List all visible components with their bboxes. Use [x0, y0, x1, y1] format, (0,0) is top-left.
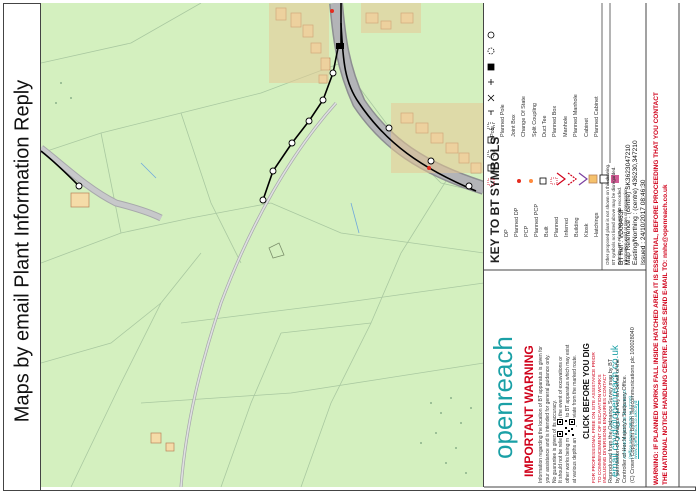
warning-banner-line: THE NATIONAL NOTICE HANDLING CENTRE. PLE… — [662, 184, 669, 485]
bt-ref: BT Ref : VD08463F — [618, 207, 625, 265]
map-area[interactable] — [41, 3, 484, 487]
planned-pole-icon — [487, 47, 495, 55]
hatched-area-warning: WARNING: IF PLANNED WORKS FALL INSIDE HA… — [650, 7, 678, 485]
building-icon — [588, 174, 598, 184]
copyright-line: Controller of Her Majesty's Stationery O… — [622, 374, 629, 483]
issued: Issued : 24/10/2017 08:46:30 — [639, 179, 647, 265]
planned-pcp-icon — [550, 177, 558, 185]
warning-line: No guarantee is given of its accuracy. — [551, 399, 558, 483]
map-details: BT Ref : VD08463F Map Reference : (centr… — [618, 105, 648, 265]
planned-box-icon — [487, 122, 495, 130]
openreach-logo: openreach — [488, 336, 518, 459]
joint-box-icon — [487, 63, 495, 71]
planned-icon — [567, 172, 577, 186]
warning-line: your assistance and is intended for gene… — [544, 354, 551, 483]
map-canvas — [41, 3, 483, 487]
professional-line: FOR PROFESSIONAL FREE ON SITE ASSISTANCE… — [592, 352, 597, 483]
split-coupling-icon — [487, 94, 495, 102]
easting-northing: Easting/Northing : (centre) 436230,34721… — [632, 140, 640, 265]
planned-manhole-icon — [487, 150, 495, 158]
warning-heading: IMPORTANT WARNING — [522, 345, 536, 477]
planned-cabinet-icon — [487, 178, 495, 186]
pole-icon — [487, 31, 495, 39]
cabinet-icon — [487, 164, 495, 172]
duct-tee-icon — [488, 110, 494, 115]
copyright-line: (C) Crown Copyright British Telecommunic… — [629, 327, 636, 483]
map-title: Maps by email Plant Information Reply — [11, 79, 34, 423]
warning-line: It should not be relied upon in the even… — [558, 345, 565, 483]
planned-dp-icon — [529, 179, 533, 183]
copyright-line: by permission of Ordnance Survey on beha… — [615, 359, 622, 483]
warning-line: at various depths and may deviate from t… — [572, 345, 579, 483]
joint-box — [336, 43, 344, 49]
built-icon — [556, 172, 566, 186]
warning-line: Information regarding the location of BT… — [538, 346, 544, 483]
plant-map-sheet: Maps by email Plant Information Reply KE… — [0, 0, 700, 495]
title-strip: Maps by email Plant Information Reply — [3, 3, 41, 491]
dp-marker — [330, 9, 334, 13]
change-of-state-icon — [488, 79, 494, 85]
map-reference: Map Reference : (centre) SK3623047210 — [625, 144, 633, 265]
inferred-icon — [578, 172, 588, 186]
manhole-icon — [487, 136, 495, 144]
dp-icon — [517, 179, 521, 183]
dp-marker — [427, 166, 431, 170]
warning-banner-line: WARNING: IF PLANNED WORKS FALL INSIDE HA… — [653, 92, 660, 485]
qr-code-icon — [556, 418, 576, 438]
copyright: Reproduced from the Ordnance Survey map … — [608, 273, 644, 483]
pcp-icon — [539, 177, 547, 185]
warning-line: other works being made near to BT appara… — [565, 344, 572, 483]
copyright-line: Reproduced from the Ordnance Survey map … — [608, 358, 614, 483]
click-before-you-dig: CLICK BEFORE YOU DIG — [582, 343, 591, 439]
info-panel: KEY TO BT SYMBOLS Pole Planned Pole Join… — [484, 3, 696, 491]
